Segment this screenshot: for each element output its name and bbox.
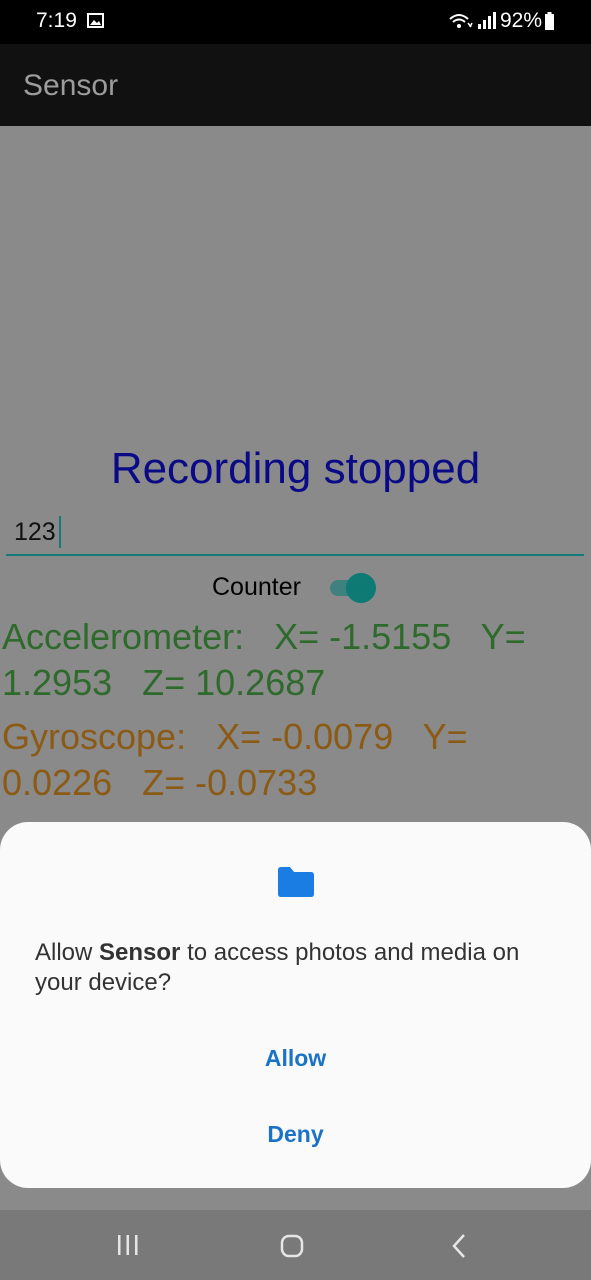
folder-icon <box>278 867 314 897</box>
wifi-signal-icon <box>449 12 496 29</box>
gallery-icon <box>87 13 104 28</box>
permission-dialog: Allow Sensor to access photos and media … <box>0 822 591 1188</box>
battery-icon <box>545 12 554 30</box>
dialog-message-prefix: Allow <box>35 939 100 966</box>
toggle-thumb <box>346 573 376 603</box>
status-bar: 7:19 92% <box>0 0 591 44</box>
recent-apps-icon[interactable] <box>116 1234 140 1256</box>
app-title: Sensor <box>23 69 119 102</box>
counter-input[interactable]: 123 <box>6 510 584 556</box>
dialog-message: Allow Sensor to access photos and media … <box>35 938 555 998</box>
dialog-app-name: Sensor <box>99 939 181 966</box>
status-time: 7:19 <box>36 9 77 32</box>
deny-button[interactable]: Deny <box>0 1104 591 1164</box>
counter-label: Counter <box>212 573 301 601</box>
counter-input-value[interactable]: 123 <box>14 518 56 547</box>
allow-button[interactable]: Allow <box>0 1028 591 1088</box>
gyroscope-readout: Gyroscope: X= -0.0079 Y= 0.0226 Z= -0.07… <box>2 716 478 803</box>
home-icon[interactable] <box>280 1234 304 1258</box>
back-icon[interactable] <box>450 1233 468 1259</box>
battery-percentage: 92% <box>500 9 543 32</box>
app-bar: Sensor <box>0 44 591 126</box>
navigation-bar <box>0 1210 591 1280</box>
accelerometer-readout: Accelerometer: X= -1.5155 Y= 1.2953 Z= 1… <box>2 616 536 703</box>
text-cursor <box>59 516 61 548</box>
recording-status: Recording stopped <box>110 444 481 493</box>
counter-toggle[interactable] <box>330 573 376 603</box>
